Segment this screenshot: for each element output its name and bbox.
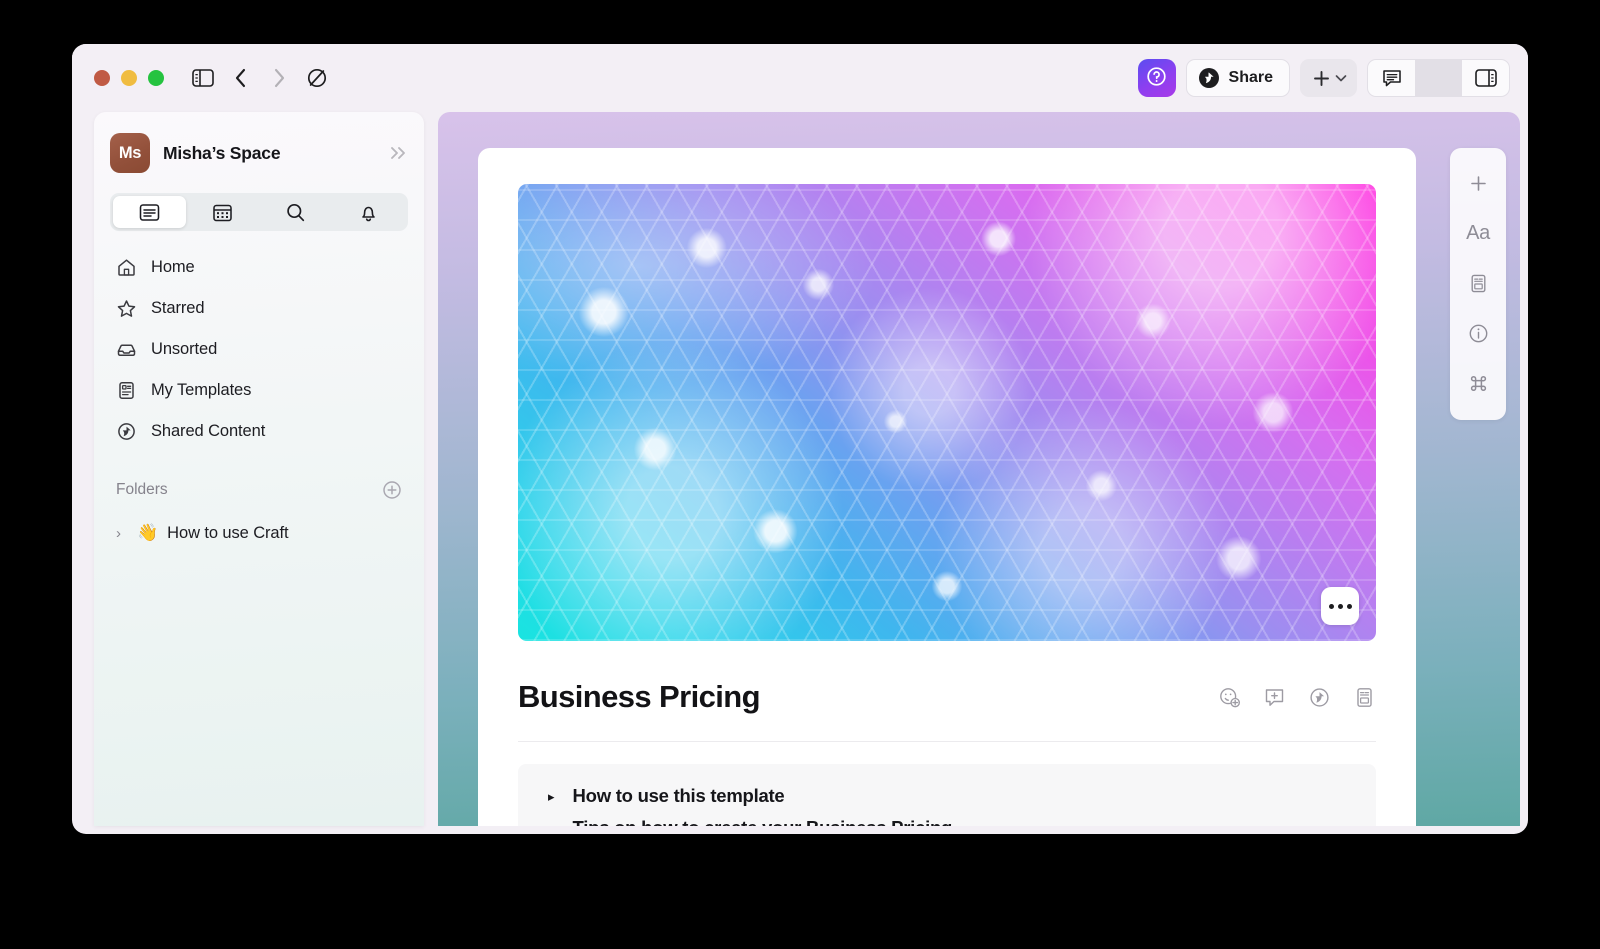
sidebar-item-label: My Templates bbox=[151, 381, 252, 399]
divider bbox=[1415, 60, 1462, 96]
folders-header: Folders bbox=[116, 480, 402, 500]
card-style-icon[interactable] bbox=[1456, 260, 1500, 306]
sidebar-item-label: Unsorted bbox=[151, 340, 218, 358]
minimize-window-button[interactable] bbox=[121, 70, 137, 86]
question-mark-icon bbox=[1146, 66, 1167, 90]
add-button[interactable] bbox=[1300, 59, 1357, 97]
ellipsis-dot bbox=[1346, 603, 1352, 609]
command-icon[interactable] bbox=[1456, 360, 1500, 406]
sidebar: Ms Misha’s Space Home Starred Unsorted M… bbox=[94, 112, 424, 826]
toggle-arrow-icon[interactable]: ▸ bbox=[548, 790, 555, 803]
document-area: Business Pricing ▸ How to use this templ… bbox=[438, 112, 1520, 826]
document-cover-image[interactable] bbox=[518, 184, 1376, 641]
comment-plus-icon[interactable] bbox=[1263, 686, 1286, 709]
toggle-arrow-icon[interactable]: ▸ bbox=[548, 822, 555, 827]
card-icon[interactable] bbox=[1353, 686, 1376, 709]
comment-bubble-icon[interactable] bbox=[1368, 60, 1415, 96]
share-circle-icon[interactable] bbox=[1308, 686, 1331, 709]
ellipsis-dot bbox=[1328, 603, 1334, 609]
right-sidebar-icon[interactable] bbox=[1462, 60, 1509, 96]
traffic-lights bbox=[94, 70, 164, 86]
document-title-row: Business Pricing bbox=[518, 679, 1376, 742]
sidebar-item-my-templates[interactable]: My Templates bbox=[104, 370, 414, 411]
window-titlebar: Share bbox=[72, 44, 1528, 112]
cover-more-button[interactable] bbox=[1321, 587, 1359, 625]
tab-search[interactable] bbox=[259, 196, 332, 228]
toggle-label: How to use this template bbox=[572, 785, 785, 806]
sidebar-tabbar bbox=[110, 193, 408, 231]
zoom-window-button[interactable] bbox=[148, 70, 164, 86]
text-style-icon[interactable]: Aa bbox=[1456, 210, 1500, 256]
ellipsis-dot bbox=[1337, 603, 1343, 609]
document-card: Business Pricing ▸ How to use this templ… bbox=[478, 148, 1416, 826]
window-body: Ms Misha’s Space Home Starred Unsorted M… bbox=[72, 112, 1528, 834]
page-title[interactable]: Business Pricing bbox=[518, 679, 761, 715]
sidebar-item-label: Starred bbox=[151, 299, 205, 317]
tab-documents[interactable] bbox=[113, 196, 186, 228]
document-title-actions bbox=[1218, 686, 1376, 709]
sidebar-item-label: Shared Content bbox=[151, 422, 266, 440]
plus-circle-icon[interactable] bbox=[382, 480, 402, 500]
share-arrow-icon bbox=[1198, 67, 1220, 89]
sidebar-item-home[interactable]: Home bbox=[104, 247, 414, 288]
sidebar-item-unsorted[interactable]: Unsorted bbox=[104, 329, 414, 370]
space-name: Misha’s Space bbox=[163, 142, 281, 163]
editor-toolbar: Aa bbox=[1450, 148, 1506, 420]
share-button-label: Share bbox=[1228, 69, 1273, 86]
home-icon bbox=[116, 257, 137, 278]
sidebar-item-label: Home bbox=[151, 258, 195, 276]
star-icon bbox=[116, 298, 137, 319]
sidebar-item-starred[interactable]: Starred bbox=[104, 288, 414, 329]
folders-title: Folders bbox=[116, 481, 168, 498]
avatar: Ms bbox=[110, 133, 150, 173]
toggle-label: Tips on how to create your Business Pric… bbox=[573, 817, 953, 826]
tab-calendar[interactable] bbox=[186, 196, 259, 228]
folder-emoji: 👋 bbox=[137, 523, 159, 542]
sidebar-item-shared-content[interactable]: Shared Content bbox=[104, 411, 414, 452]
tab-notifications[interactable] bbox=[332, 196, 405, 228]
folder-item-how-to-use-craft[interactable]: › 👋 How to use Craft bbox=[104, 514, 414, 552]
space-header[interactable]: Ms Misha’s Space bbox=[94, 124, 424, 182]
toggle-row[interactable]: ▸ How to use this template bbox=[518, 780, 1376, 812]
chevron-down-icon bbox=[1335, 74, 1347, 83]
share-button[interactable]: Share bbox=[1185, 59, 1290, 97]
inbox-icon bbox=[116, 339, 137, 360]
info-circle-icon[interactable] bbox=[1456, 310, 1500, 356]
forward-icon[interactable] bbox=[262, 61, 296, 95]
cover-bubbles bbox=[518, 184, 1376, 641]
do-not-disturb-icon[interactable] bbox=[300, 61, 334, 95]
close-window-button[interactable] bbox=[94, 70, 110, 86]
plus-icon bbox=[1312, 69, 1331, 88]
chevron-right-icon[interactable]: › bbox=[116, 525, 128, 542]
folder-label: How to use Craft bbox=[167, 523, 289, 542]
back-icon[interactable] bbox=[224, 61, 258, 95]
smiley-plus-icon[interactable] bbox=[1218, 686, 1241, 709]
help-button[interactable] bbox=[1137, 59, 1176, 97]
chevrons-right-icon[interactable] bbox=[388, 145, 410, 161]
panel-toggle-group bbox=[1367, 59, 1510, 97]
plus-icon[interactable] bbox=[1456, 160, 1500, 206]
toggle-list: ▸ How to use this template ▸ Tips on how… bbox=[518, 764, 1376, 826]
sidebar-toggle-icon[interactable] bbox=[186, 61, 220, 95]
shared-arrow-icon bbox=[116, 421, 137, 442]
sidebar-nav: Home Starred Unsorted My Templates Share… bbox=[94, 247, 424, 452]
app-window: Share Ms Misha’s Space Home Starred Unso… bbox=[72, 44, 1528, 834]
template-icon bbox=[116, 380, 137, 401]
toggle-row[interactable]: ▸ Tips on how to create your Business Pr… bbox=[518, 812, 1376, 826]
